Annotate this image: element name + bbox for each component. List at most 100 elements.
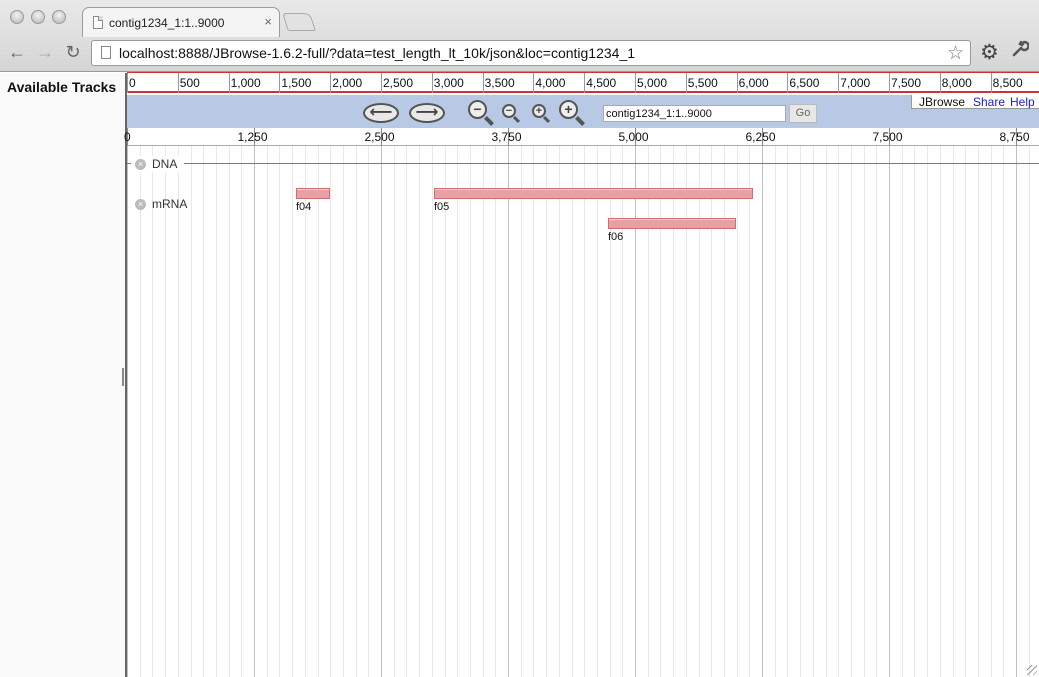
grid-line (343, 146, 344, 677)
zoom-out-small-icon[interactable]: − (502, 104, 522, 124)
grid-line (775, 146, 776, 677)
resize-grip[interactable] (1027, 665, 1037, 675)
track-sidebar: Available Tracks (0, 73, 125, 677)
grid-line (787, 146, 788, 677)
location-input[interactable] (603, 105, 786, 122)
overview-ruler[interactable]: 0 500 1,000 1,500 2,000 2,500 3,000 3,500 4,000 4… (127, 73, 1039, 93)
page-icon (101, 46, 111, 59)
gear-icon[interactable]: ⚙ (980, 40, 999, 65)
pan-left-button[interactable]: ⟵ (363, 103, 399, 123)
overview-tick-label: 2,000 (332, 76, 363, 90)
close-track-icon[interactable]: × (135, 199, 146, 210)
help-link[interactable]: Help (1010, 95, 1035, 109)
track-label-dna[interactable]: × DNA (135, 156, 182, 172)
bookmark-star-icon[interactable]: ☆ (947, 42, 964, 65)
new-tab-button[interactable] (282, 13, 316, 31)
grid-line (152, 146, 153, 677)
splitter-grip[interactable] (122, 368, 124, 386)
reload-button[interactable]: ↻ (63, 42, 83, 63)
grid-line (813, 146, 814, 677)
detail-tick-label: 5,000 (618, 130, 649, 144)
zoom-in-large-icon[interactable]: + (559, 100, 587, 128)
back-button[interactable]: ← (7, 42, 27, 63)
overview-tick-label: 1,500 (281, 76, 312, 90)
feature-f04[interactable] (296, 188, 330, 199)
zoom-in-small-icon[interactable]: + (532, 104, 552, 124)
share-link[interactable]: Share (973, 95, 1005, 109)
go-button[interactable]: Go (789, 104, 817, 123)
grid-line (140, 146, 141, 677)
grid-line (838, 146, 839, 677)
grid-line (267, 146, 268, 677)
grid-line (889, 146, 890, 677)
track-name: DNA (152, 157, 178, 171)
grid-line (546, 146, 547, 677)
grid-line (165, 146, 166, 677)
overview-tick-label: 7,500 (891, 76, 922, 90)
grid-line (445, 146, 446, 677)
tab-close-icon[interactable]: × (264, 14, 272, 29)
overview-tick-label: 5,500 (687, 76, 718, 90)
feature-f05[interactable] (434, 188, 753, 199)
close-window-button[interactable] (10, 10, 24, 24)
overview-tick-label: 4,500 (586, 76, 617, 90)
grid-line (368, 146, 369, 677)
navigation-box: ⟵ ⟶ − − + + Go JBrowse Share Help (127, 95, 1039, 128)
grid-line (178, 146, 179, 677)
grid-line (305, 146, 306, 677)
url-text[interactable]: localhost:8888/JBrowse-1.6.2-full/?data=… (119, 45, 635, 61)
zoom-out-large-icon[interactable]: − (468, 100, 496, 128)
grid-line (318, 146, 319, 677)
grid-line (978, 146, 979, 677)
overview-tick-label: 500 (179, 76, 200, 90)
grid-line (216, 146, 217, 677)
track-area[interactable]: × DNA × mRNA f04 f05 f06 (127, 146, 1039, 677)
grid-line (521, 146, 522, 677)
feature-label: f06 (608, 231, 624, 243)
detail-tick-label: 8,750 (999, 130, 1030, 144)
grid-line (1003, 146, 1004, 677)
detail-tick-label: 2,500 (364, 130, 395, 144)
minimize-window-button[interactable] (31, 10, 45, 24)
track-label-mrna[interactable]: × mRNA (135, 196, 187, 212)
grid-line (419, 146, 420, 677)
overview-tick-label: 0 (129, 76, 136, 90)
grid-line (914, 146, 915, 677)
pan-right-button[interactable]: ⟶ (409, 103, 445, 123)
grid-line (991, 146, 992, 677)
overview-tick-label: 5,000 (637, 76, 668, 90)
grid-line (559, 146, 560, 677)
detail-tick-label: 0 (124, 130, 131, 144)
browser-tab-active[interactable]: contig1234_1:1..9000 × (82, 7, 280, 37)
grid-line (508, 146, 509, 677)
grid-line (965, 146, 966, 677)
grid-line (483, 146, 484, 677)
grid-line (203, 146, 204, 677)
close-track-icon[interactable]: × (135, 159, 146, 170)
overview-tick-label: 1,000 (230, 76, 261, 90)
feature-f06[interactable] (608, 218, 736, 229)
detail-ruler[interactable]: 0 1,250 2,500 3,750 5,000 6,250 7,500 8,750 (124, 128, 1039, 146)
grid-line (584, 146, 585, 677)
grid-line (927, 146, 928, 677)
grid-line (381, 146, 382, 677)
grid-line (762, 146, 763, 677)
overview-tick-label: 6,000 (738, 76, 769, 90)
wrench-icon[interactable] (1011, 40, 1030, 64)
address-bar[interactable]: localhost:8888/JBrowse-1.6.2-full/?data=… (91, 40, 971, 66)
grid-line (737, 146, 738, 677)
grid-line (457, 146, 458, 677)
forward-button[interactable]: → (35, 42, 55, 63)
detail-tick-label: 7,500 (872, 130, 903, 144)
document-icon (93, 16, 103, 29)
brand-label: JBrowse (919, 95, 966, 109)
grid-line (127, 146, 128, 677)
grid-line (572, 146, 573, 677)
dna-track-line-stub (127, 163, 131, 164)
grid-line (432, 146, 433, 677)
feature-label: f05 (434, 201, 450, 213)
maximize-window-button[interactable] (52, 10, 66, 24)
tab-title: contig1234_1:1..9000 (109, 16, 225, 30)
grid-line (902, 146, 903, 677)
overview-tick-label: 8,000 (941, 76, 972, 90)
